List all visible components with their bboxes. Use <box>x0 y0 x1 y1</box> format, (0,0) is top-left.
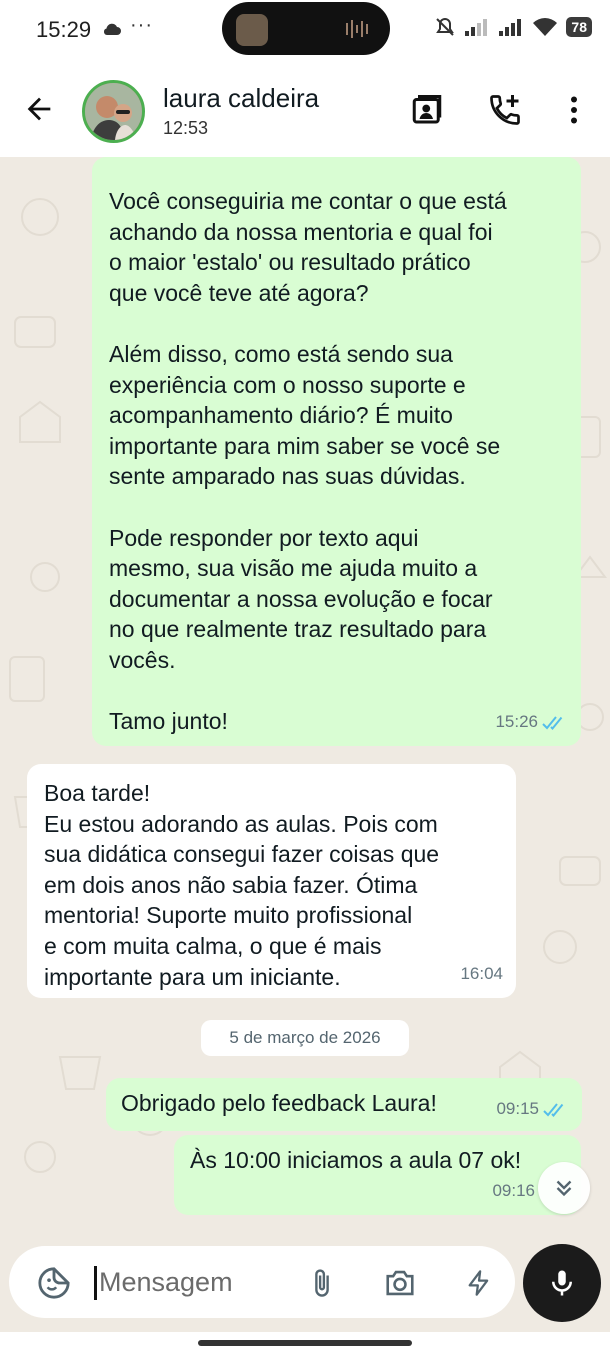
camera-pill <box>222 2 390 55</box>
last-seen: 12:53 <box>163 118 209 138</box>
message-bubble-outgoing[interactable]: Você conseguiria me contar o que está ac… <box>92 157 581 746</box>
video-call-icon[interactable] <box>409 92 445 128</box>
cloud-icon <box>103 23 121 35</box>
message-time: 16:04 <box>460 964 503 984</box>
message-time: 09:16 <box>492 1181 535 1201</box>
audio-wave-icon <box>346 20 368 38</box>
message-meta: 16:04 <box>460 959 503 990</box>
message-time: 09:15 <box>496 1099 539 1119</box>
text-cursor <box>94 1266 97 1300</box>
avatar[interactable] <box>82 80 145 143</box>
message-text: Você conseguiria me contar o que está ac… <box>109 188 507 735</box>
contact-name[interactable]: laura caldeira <box>163 83 319 114</box>
message-input[interactable] <box>99 1264 299 1300</box>
input-bar <box>0 1232 610 1332</box>
scroll-to-bottom-button[interactable] <box>538 1162 590 1214</box>
avatar-photo <box>85 83 142 140</box>
message-text: Às 10:00 iniciamos a aula 07 ok! <box>190 1147 522 1173</box>
message-time: 15:26 <box>495 712 538 732</box>
message-meta: 09:16 <box>492 1176 535 1207</box>
message-meta: 15:26 <box>495 707 568 738</box>
camera-icon[interactable] <box>383 1268 417 1298</box>
signal-icon <box>499 19 522 36</box>
lightning-icon[interactable] <box>465 1268 493 1298</box>
double-check-icon <box>542 716 563 730</box>
media-thumbnail <box>236 14 268 46</box>
battery-level: 78 <box>566 17 592 37</box>
attach-icon[interactable] <box>307 1268 337 1298</box>
double-check-icon <box>543 1103 564 1117</box>
message-bubble-incoming[interactable]: Boa tarde! Eu estou adorando as aulas. P… <box>27 764 516 998</box>
message-text: Boa tarde! Eu estou adorando as aulas. P… <box>44 780 440 990</box>
system-nav-bar <box>0 1332 610 1356</box>
mic-icon <box>552 1270 572 1296</box>
status-bar: 15:29 ··· 78 <box>0 0 610 62</box>
mic-button[interactable] <box>523 1244 601 1322</box>
chat-area[interactable]: Você conseguiria me contar o que está ac… <box>0 157 610 1232</box>
date-separator: 5 de março de 2026 <box>201 1020 409 1056</box>
back-arrow-icon[interactable] <box>22 92 56 126</box>
message-text: Obrigado pelo feedback Laura! <box>121 1090 437 1116</box>
status-more-dots: ··· <box>130 14 153 36</box>
more-vert-icon[interactable] <box>556 92 592 128</box>
add-call-icon[interactable] <box>487 92 523 128</box>
chevron-double-down-icon <box>556 1180 572 1197</box>
wifi-icon <box>533 18 558 36</box>
chat-header: laura caldeira 12:53 <box>0 62 610 157</box>
mute-icon <box>436 17 455 36</box>
status-time: 15:29 <box>36 17 92 42</box>
message-meta: 09:15 <box>496 1094 569 1125</box>
message-bubble-outgoing[interactable]: Às 10:00 iniciamos a aula 07 ok! 09:16 <box>174 1135 581 1215</box>
message-bubble-outgoing[interactable]: Obrigado pelo feedback Laura! 09:15 <box>106 1078 582 1131</box>
home-indicator[interactable] <box>198 1340 412 1346</box>
signal-icon <box>465 19 488 36</box>
message-composer[interactable] <box>9 1246 515 1318</box>
sticker-icon[interactable] <box>37 1266 71 1300</box>
status-indicators: 78 <box>434 16 592 38</box>
